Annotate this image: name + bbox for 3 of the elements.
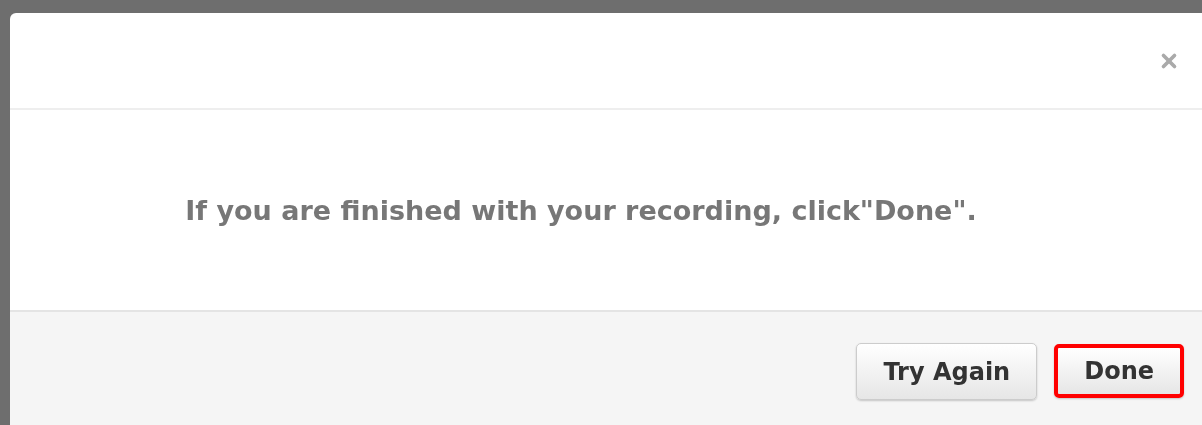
try-again-button[interactable]: Try Again — [856, 343, 1038, 400]
done-button[interactable]: Done — [1054, 344, 1184, 398]
dialog-message: If you are finished with your recording, click"Done". — [185, 194, 978, 226]
